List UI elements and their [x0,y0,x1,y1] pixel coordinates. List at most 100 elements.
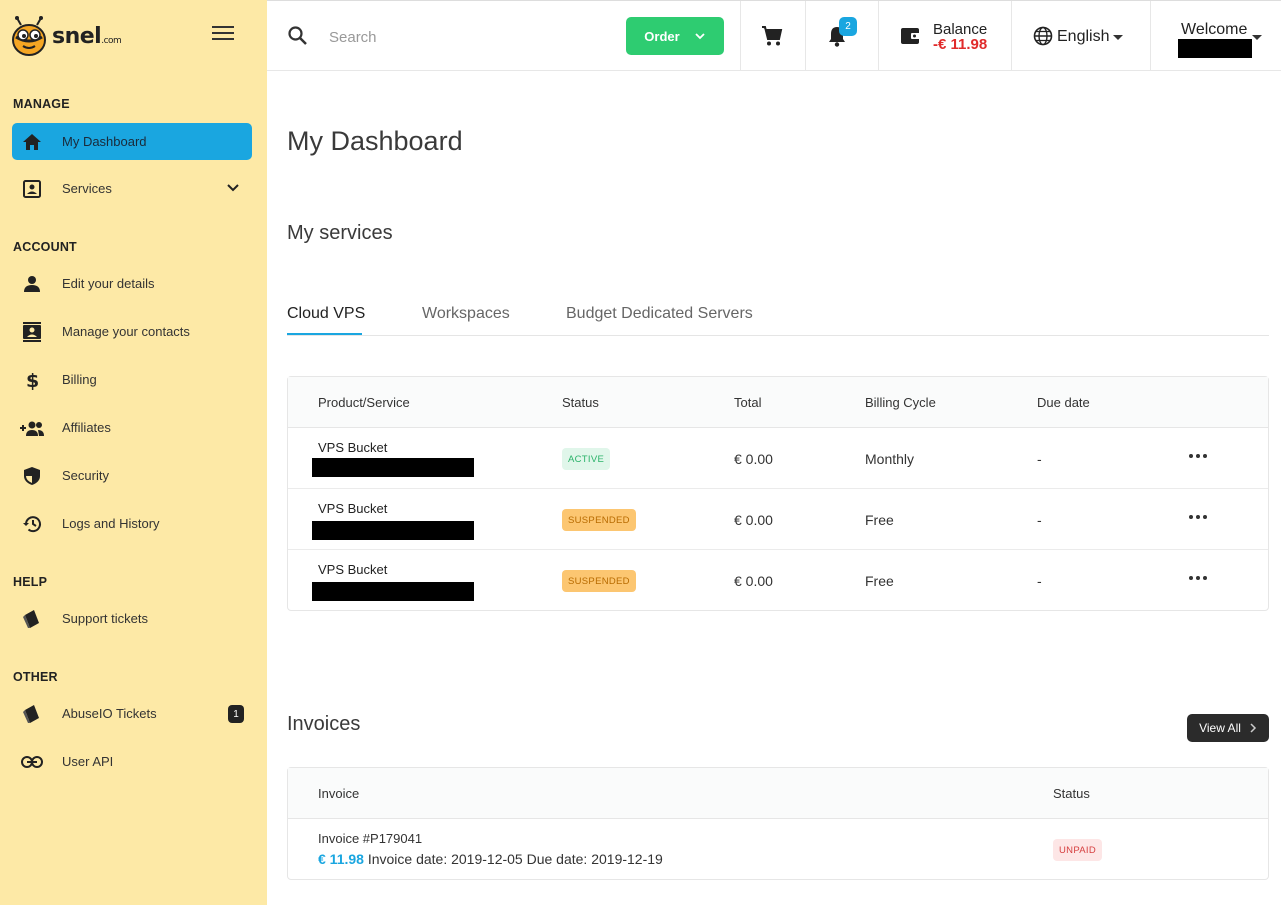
sidebar-item-label: Billing [62,372,97,387]
sidebar-item-security[interactable]: Security [12,457,252,494]
page-title: My Dashboard [287,126,463,156]
column-header: Status [1053,786,1090,801]
caret-down-icon[interactable] [1252,35,1262,40]
sidebar-item-label: Support tickets [62,611,148,626]
brand-logo[interactable]: snel.com [8,12,128,60]
invoices-table: Invoice Status Invoice #P179041 € 11.98 … [287,767,1269,880]
sidebar: snel.com MANAGE My Dashboard Services AC… [0,0,267,905]
billing-cycle: Free [865,512,894,528]
column-header: Product/Service [318,395,410,410]
history-icon [12,505,52,542]
shopping-cart-icon[interactable] [761,25,783,47]
divider [1011,1,1012,71]
view-all-label: View All [1199,721,1241,735]
chevron-down-icon[interactable] [226,181,240,195]
sidebar-item-abuseio[interactable]: AbuseIO Tickets 1 [12,695,252,732]
language-selector[interactable]: English [1057,28,1109,46]
product-name[interactable]: VPS Bucket [318,440,387,455]
column-header: Due date [1037,395,1090,410]
ticket-icon [12,695,52,732]
sidebar-item-label: Manage your contacts [62,324,190,339]
sidebar-item-label: Services [62,181,112,196]
sidebar-item-contacts[interactable]: Manage your contacts [12,313,252,350]
due-date: - [1037,512,1042,528]
home-icon [12,123,52,160]
sidebar-item-edit-details[interactable]: Edit your details [12,265,252,302]
section-other: OTHER [13,670,58,684]
sidebar-item-affiliates[interactable]: Affiliates [12,409,252,446]
order-button-label: Order [644,28,680,44]
notification-badge: 2 [839,17,857,36]
user-menu[interactable]: Welcome [1181,21,1247,39]
total-value: € 0.00 [734,451,773,467]
divider [805,1,806,71]
sidebar-item-label: Logs and History [62,516,160,531]
sidebar-item-services[interactable]: Services [12,170,252,207]
table-row[interactable]: Invoice #P179041 € 11.98 Invoice date: 2… [288,819,1268,880]
sidebar-item-dashboard[interactable]: My Dashboard [12,123,252,160]
person-icon [12,265,52,302]
redacted-username [1178,39,1252,58]
sidebar-item-label: Edit your details [62,276,155,291]
divider [1150,1,1151,71]
tab-workspaces[interactable]: Workspaces [422,305,510,323]
more-options-icon[interactable] [1189,576,1210,580]
tab-budget-dedicated-servers[interactable]: Budget Dedicated Servers [566,305,753,323]
sidebar-item-user-api[interactable]: User API [12,743,252,780]
section-manage: MANAGE [13,97,70,111]
invoice-amount: € 11.98 [318,851,364,867]
bee-logo-icon [12,16,46,56]
invoice-details: € 11.98 Invoice date: 2019-12-05 Due dat… [318,851,663,867]
active-tab-indicator [287,333,362,335]
hamburger-menu-icon[interactable] [212,26,234,44]
services-table: Product/Service Status Total Billing Cyc… [287,376,1269,611]
table-header: Invoice Status [288,768,1268,819]
balance-value[interactable]: -€ 11.98 [933,36,987,53]
view-all-button[interactable]: View All [1187,714,1269,742]
tab-cloud-vps[interactable]: Cloud VPS [287,305,365,323]
total-value: € 0.00 [734,512,773,528]
divider [740,1,741,71]
caret-down-icon[interactable] [1113,35,1123,40]
invoice-dates: Invoice date: 2019-12-05 Due date: 2019-… [367,851,663,867]
column-header: Status [562,395,599,410]
billing-cycle: Free [865,573,894,589]
product-name[interactable]: VPS Bucket [318,501,387,516]
more-options-icon[interactable] [1189,454,1210,458]
section-account: ACCOUNT [13,240,77,254]
table-header: Product/Service Status Total Billing Cyc… [288,377,1268,428]
globe-icon [1033,26,1053,46]
due-date: - [1037,451,1042,467]
product-name[interactable]: VPS Bucket [318,562,387,577]
sidebar-item-billing[interactable]: $ Billing [12,361,252,398]
due-date: - [1037,573,1042,589]
sidebar-item-logs[interactable]: Logs and History [12,505,252,542]
sidebar-item-support[interactable]: Support tickets [12,600,252,637]
services-heading: My services [287,222,393,244]
redacted-hostname [312,458,474,477]
top-bar: Order 2 Balance -€ 11.98 English Welcome [267,0,1281,71]
shield-icon [12,457,52,494]
search-input[interactable] [329,23,589,51]
invoices-heading: Invoices [287,713,361,735]
chevron-right-icon [1250,723,1256,733]
sidebar-item-label: Security [62,468,109,483]
table-row[interactable]: VPS Bucket ACTIVE € 0.00 Monthly - [288,428,1268,489]
wallet-icon [901,28,921,44]
status-badge: UNPAID [1053,839,1102,861]
svg-text:$: $ [26,370,39,390]
total-value: € 0.00 [734,573,773,589]
more-options-icon[interactable] [1189,515,1210,519]
order-button[interactable]: Order [626,17,724,55]
status-badge: SUSPENDED [562,570,636,592]
sidebar-item-label: Affiliates [62,420,111,435]
ticket-icon [12,600,52,637]
table-row[interactable]: VPS Bucket SUSPENDED € 0.00 Free - [288,550,1268,611]
invoice-number[interactable]: Invoice #P179041 [318,831,422,846]
sidebar-item-label: User API [62,754,114,769]
service-tabs: Cloud VPS Workspaces Budget Dedicated Se… [287,300,1269,336]
status-badge: ACTIVE [562,448,611,470]
table-row[interactable]: VPS Bucket SUSPENDED € 0.00 Free - [288,489,1268,550]
group-add-icon [12,409,52,446]
column-header: Total [734,395,762,410]
